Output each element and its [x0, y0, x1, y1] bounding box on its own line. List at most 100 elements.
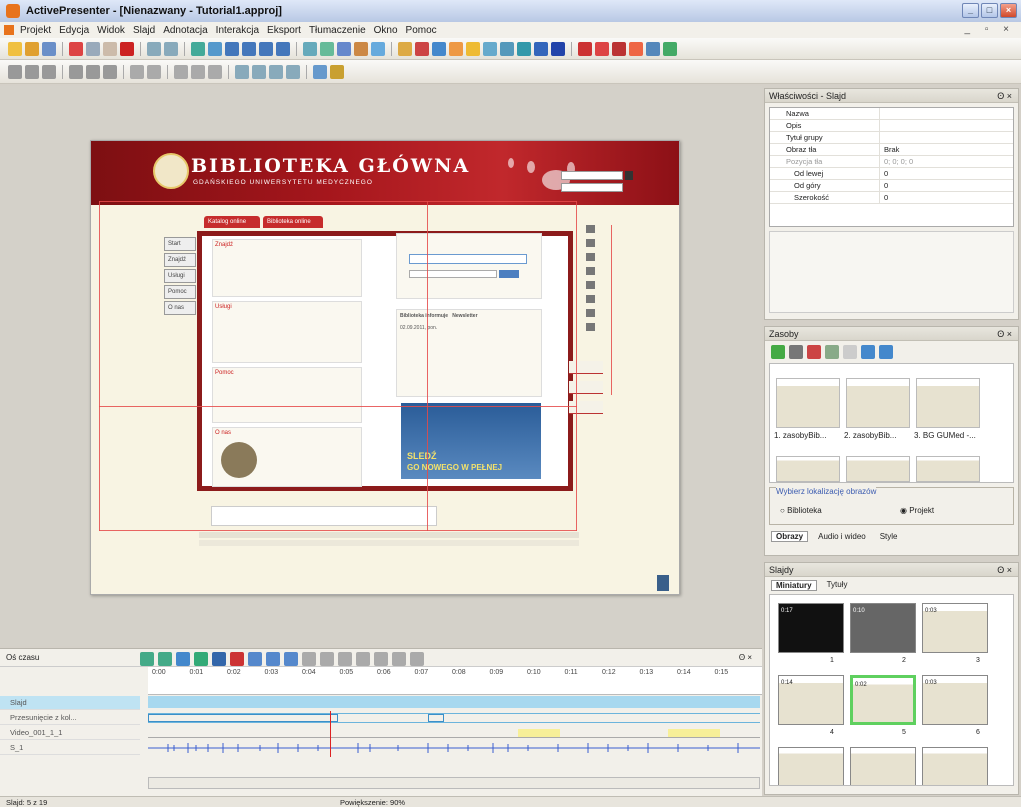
help-icon[interactable]: [371, 41, 385, 56]
resource-thumb[interactable]: [776, 456, 840, 482]
align-center-icon[interactable]: [25, 64, 39, 79]
zoom-fit-icon[interactable]: [284, 652, 298, 666]
zoom-icon[interactable]: [208, 41, 222, 56]
catalog-search-button[interactable]: [499, 270, 519, 278]
loop-icon[interactable]: [176, 652, 190, 666]
grid-icon[interactable]: [663, 41, 677, 56]
cut-range-icon[interactable]: [338, 652, 352, 666]
nav-pomoc[interactable]: Pomoc: [164, 285, 196, 299]
catalog-search-box[interactable]: [396, 233, 542, 299]
slide-thumb[interactable]: [922, 747, 988, 785]
insert-time-icon[interactable]: [356, 652, 370, 666]
refresh-icon[interactable]: [825, 345, 839, 359]
tab-audio-wideo[interactable]: Audio i wideo: [814, 532, 870, 541]
send-backward-icon[interactable]: [286, 64, 300, 79]
video-segment[interactable]: [668, 729, 720, 737]
menu-eksport[interactable]: Eksport: [267, 25, 301, 36]
shape-icon[interactable]: [398, 41, 412, 56]
audio-icon[interactable]: [578, 41, 592, 56]
playhead[interactable]: [330, 711, 331, 757]
same-size-icon[interactable]: [208, 64, 222, 79]
image-tool-icon[interactable]: [534, 41, 548, 56]
delete-icon[interactable]: [120, 41, 134, 56]
prop-value[interactable]: 0: [880, 192, 1013, 203]
remove-icon[interactable]: [807, 345, 821, 359]
mdi-controls[interactable]: _ ▫ ×: [964, 24, 1015, 35]
quiz-icon[interactable]: [646, 41, 660, 56]
zoom-in-icon[interactable]: [248, 652, 262, 666]
prop-value[interactable]: [880, 132, 1013, 143]
align-right-icon[interactable]: [42, 64, 56, 79]
callout-icon[interactable]: [483, 41, 497, 56]
split-icon[interactable]: [302, 652, 316, 666]
slide-thumb[interactable]: [850, 747, 916, 785]
copy-icon[interactable]: [86, 41, 100, 56]
send-back-icon[interactable]: [252, 64, 266, 79]
cut-icon[interactable]: [69, 41, 83, 56]
record-icon[interactable]: [191, 41, 205, 56]
last-slide-icon[interactable]: [276, 41, 290, 56]
change-speed-icon[interactable]: [374, 652, 388, 666]
tab-biblioteka-online[interactable]: Biblioteka online: [263, 216, 323, 228]
nav-znajdz[interactable]: Znajdź: [164, 253, 196, 267]
highlight-icon[interactable]: [415, 41, 429, 56]
nav-uslugi[interactable]: Usługi: [164, 269, 196, 283]
bring-front-icon[interactable]: [235, 64, 249, 79]
prop-value[interactable]: 0; 0; 0; 0: [880, 156, 1013, 167]
undo-icon[interactable]: [147, 41, 161, 56]
select-icon[interactable]: [313, 64, 327, 79]
menu-adnotacja[interactable]: Adnotacja: [163, 25, 207, 36]
prop-value[interactable]: Brak: [880, 144, 1013, 155]
track-label[interactable]: Slajd: [0, 696, 140, 710]
slide-thumb[interactable]: 0:14: [778, 675, 844, 725]
same-width-icon[interactable]: [174, 64, 188, 79]
settings-icon[interactable]: [789, 345, 803, 359]
spot-icon[interactable]: [517, 41, 531, 56]
new-project-icon[interactable]: [8, 41, 22, 56]
close-button[interactable]: ×: [1000, 3, 1017, 18]
menu-pomoc[interactable]: Pomoc: [406, 25, 437, 36]
insert-video-icon[interactable]: [337, 41, 351, 56]
social-icons-column[interactable]: [586, 225, 595, 335]
zoom-n-pan-icon[interactable]: [551, 41, 565, 56]
stop-icon[interactable]: [212, 652, 226, 666]
close-icon[interactable]: ʘ ×: [997, 89, 1012, 103]
note-icon[interactable]: [466, 41, 480, 56]
distribute-v-icon[interactable]: [147, 64, 161, 79]
resource-thumb[interactable]: [916, 456, 980, 482]
resource-thumb[interactable]: [916, 378, 980, 428]
slide-thumb[interactable]: [778, 747, 844, 785]
pan-track[interactable]: [148, 713, 760, 723]
close-icon[interactable]: ʘ ×: [739, 653, 752, 662]
menu-tlumaczenie[interactable]: Tłumaczenie: [309, 25, 366, 36]
slides-list[interactable]: 0:17 0:10 0:03 1 2 3 0:14 0:02 0:03 4 5 …: [769, 594, 1014, 786]
language-select[interactable]: [561, 183, 623, 192]
side-links[interactable]: [569, 361, 603, 421]
time-ruler[interactable]: 0:00 0:01 0:02 0:03 0:04 0:05 0:06 0:07 0:08 0:09…: [148, 667, 762, 695]
redo-icon[interactable]: [164, 41, 178, 56]
slide-thumb[interactable]: 0:10: [850, 603, 916, 653]
prev-slide-icon[interactable]: [242, 41, 256, 56]
prop-value[interactable]: 0: [880, 180, 1013, 191]
video-segment[interactable]: [518, 729, 560, 737]
search-go-button[interactable]: [625, 171, 633, 180]
resources-gallery[interactable]: 1. zasobyBib... 2. zasobyBib... 3. BG GU…: [769, 363, 1014, 483]
slide-thumb[interactable]: 0:17: [778, 603, 844, 653]
bring-forward-icon[interactable]: [269, 64, 283, 79]
rec-icon[interactable]: [230, 652, 244, 666]
crop-icon[interactable]: [320, 652, 334, 666]
slide-thumb[interactable]: 0:03: [922, 603, 988, 653]
tab-style[interactable]: Style: [876, 532, 902, 541]
import-icon[interactable]: [158, 652, 172, 666]
timeline-scrollbar[interactable]: [148, 777, 760, 789]
audio-waveform[interactable]: [148, 742, 760, 754]
track-label[interactable]: Przesunięcie z kol...: [0, 711, 140, 725]
video-track[interactable]: [148, 728, 760, 738]
slide-thumb[interactable]: 0:03: [922, 675, 988, 725]
prop-value[interactable]: 0: [880, 168, 1013, 179]
nav-start[interactable]: Start: [164, 237, 196, 251]
nav-o-nas[interactable]: O nas: [164, 301, 196, 315]
tab-tytuly[interactable]: Tytuły: [823, 580, 852, 591]
search-box[interactable]: [561, 171, 623, 180]
align-left-icon[interactable]: [8, 64, 22, 79]
